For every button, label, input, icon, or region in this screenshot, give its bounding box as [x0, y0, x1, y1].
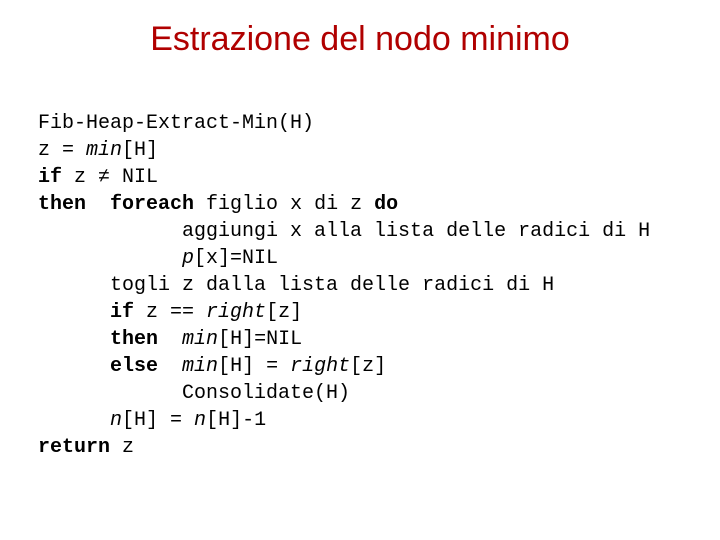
code-line-12a	[38, 409, 110, 432]
code-line-7: togli z dalla lista delle radici di H	[38, 274, 554, 297]
code-line-9c	[158, 328, 182, 351]
code-line-9a	[38, 328, 110, 351]
code-line-10a	[38, 355, 110, 378]
code-line-6c: [x]=NIL	[194, 247, 278, 270]
code-line-3b: z ≠ NIL	[62, 166, 158, 189]
code-line-8c: z ==	[134, 301, 206, 324]
code-line-10b: else	[110, 355, 158, 378]
code-line-2a: z =	[38, 139, 86, 162]
code-line-13a: return	[38, 436, 110, 459]
code-line-9e: [H]=NIL	[218, 328, 302, 351]
code-line-11: Consolidate(H)	[38, 382, 350, 405]
code-line-12c: [H] =	[122, 409, 194, 432]
code-line-3a: if	[38, 166, 62, 189]
code-line-2b: min	[86, 139, 122, 162]
code-line-9b: then	[110, 328, 158, 351]
code-line-10d: min	[182, 355, 218, 378]
code-line-5: aggiungi x alla lista delle radici di H	[38, 220, 650, 243]
code-line-10c	[158, 355, 182, 378]
pseudocode-block: Fib-Heap-Extract-Min(H) z = min[H] if z …	[38, 110, 700, 461]
slide: Estrazione del nodo minimo Fib-Heap-Extr…	[0, 0, 720, 540]
code-line-4d: figlio x di z	[194, 193, 374, 216]
code-line-4e: do	[374, 193, 398, 216]
code-line-4b	[86, 193, 110, 216]
code-line-12e: [H]-1	[206, 409, 266, 432]
code-line-8e: [z]	[266, 301, 302, 324]
code-line-10f: right	[290, 355, 350, 378]
code-line-10g: [z]	[350, 355, 386, 378]
code-line-9d: min	[182, 328, 218, 351]
code-line-13b: z	[110, 436, 134, 459]
code-line-1: Fib-Heap-Extract-Min(H)	[38, 112, 314, 135]
code-line-4c: foreach	[110, 193, 194, 216]
code-line-8d: right	[206, 301, 266, 324]
code-line-2c: [H]	[122, 139, 158, 162]
code-line-10e: [H] =	[218, 355, 290, 378]
code-line-8b: if	[110, 301, 134, 324]
code-line-12d: n	[194, 409, 206, 432]
code-line-12b: n	[110, 409, 122, 432]
slide-title: Estrazione del nodo minimo	[0, 20, 720, 59]
code-line-6b: p	[182, 247, 194, 270]
code-line-4a: then	[38, 193, 86, 216]
code-line-6a	[38, 247, 182, 270]
code-line-8a	[38, 301, 110, 324]
